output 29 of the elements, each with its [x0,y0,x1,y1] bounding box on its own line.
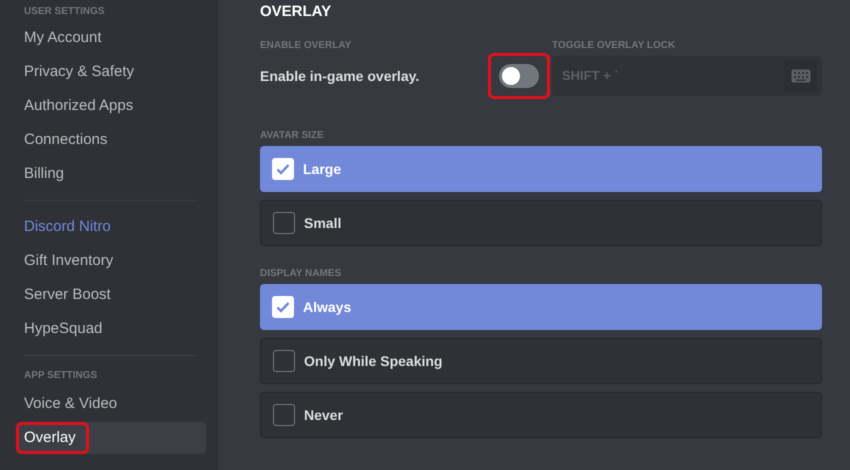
sidebar-item[interactable]: Connections [16,124,206,156]
radio-option[interactable]: Never [260,392,822,438]
checkbox [273,404,295,426]
page-title: OVERLAY [260,2,332,22]
sidebar-item[interactable]: Billing [16,158,206,190]
sidebar-item[interactable]: Server Boost [16,279,206,311]
sidebar-item[interactable]: Discord Nitro [16,211,206,243]
checkbox [273,212,295,234]
sidebar-item[interactable]: Overlay [16,422,206,454]
checkbox [273,350,295,372]
setting-label: Enable in-game overlay. [260,66,420,86]
checkmark-icon [276,301,290,313]
section-header: APP SETTINGS [23,369,98,383]
radio-option[interactable]: Only While Speaking [260,338,822,384]
sidebar-item[interactable]: Authorized Apps [16,90,206,122]
toggle-switch[interactable] [499,64,539,88]
keyboard-icon [791,69,811,83]
checkmark-icon [276,163,290,175]
sidebar-item[interactable]: HypeSquad [16,313,206,345]
radio-option[interactable]: Small [260,200,822,246]
section-header: AVATAR SIZE [260,129,325,143]
section-header: TOGGLE OVERLAY LOCK [552,39,676,53]
section-header: ENABLE OVERLAY [260,39,352,53]
sidebar-item[interactable]: My Account [16,22,206,54]
sidebar-item[interactable]: Privacy & Safety [16,56,206,88]
sidebar-item[interactable]: Voice & Video [16,388,206,420]
section-header: USER SETTINGS [23,5,106,19]
sidebar-item[interactable]: Gift Inventory [16,245,206,277]
section-header: DISPLAY NAMES [260,267,342,281]
